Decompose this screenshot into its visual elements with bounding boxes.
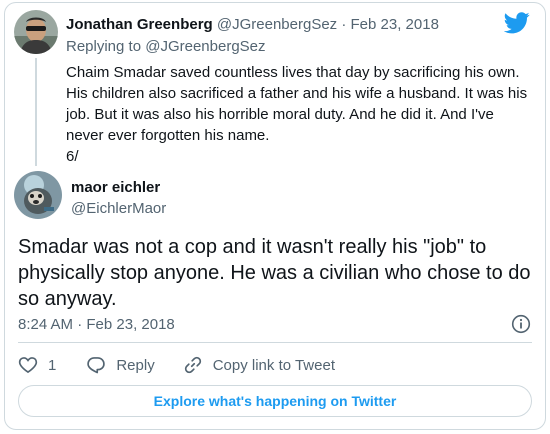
parent-separator: · (341, 16, 347, 33)
reply-button[interactable]: Reply (86, 355, 155, 375)
reply-label: Reply (116, 356, 155, 374)
info-icon[interactable] (511, 314, 531, 334)
thread-line (35, 58, 37, 166)
like-button[interactable]: 1 (18, 355, 56, 375)
replying-prefix: Replying to (66, 38, 142, 55)
twitter-bird-icon[interactable] (504, 12, 530, 34)
avatar-maor-eichler[interactable] (14, 171, 62, 219)
main-tweet-text: Smadar was not a cop and it wasn't reall… (18, 234, 538, 312)
like-count: 1 (48, 356, 57, 374)
link-icon (184, 356, 201, 374)
copy-link-label: Copy link to Tweet (212, 356, 335, 374)
parent-text-line: never ever forgotten his name. (66, 127, 270, 144)
parent-text-line: His children also sacrificed a father an… (66, 85, 528, 102)
tweet-timestamp[interactable]: 8:24 AM · Feb 23, 2018 (18, 316, 175, 333)
parent-text-line: job. But it was also his horrible moral … (66, 106, 494, 123)
parent-text-line: Chaim Smadar saved countless lives that … (66, 64, 520, 81)
heart-icon (18, 357, 38, 374)
explore-twitter-button[interactable]: Explore what's happening on Twitter (18, 385, 532, 417)
divider (18, 342, 532, 343)
main-text-line: so anyway. (18, 288, 117, 310)
avatar-jonathan-greenberg[interactable] (14, 10, 58, 54)
main-handle[interactable]: @EichlerMaor (71, 200, 166, 217)
replying-handle[interactable]: @JGreenbergSez (145, 38, 265, 55)
parent-tweet-header: Jonathan Greenberg @JGreenbergSez · Feb … (66, 16, 439, 33)
main-text-line: physically stop anyone. He was a civilia… (18, 262, 531, 284)
parent-text-line: 6/ (66, 148, 79, 165)
copy-link-button[interactable]: Copy link to Tweet (183, 355, 335, 375)
tweet-actions: 1 Reply Copy link to Tweet (18, 352, 363, 378)
main-text-line: Smadar was not a cop and it wasn't reall… (18, 236, 487, 258)
replying-to: Replying to @JGreenbergSez (66, 38, 266, 55)
parent-handle[interactable]: @JGreenbergSez (217, 16, 337, 33)
main-display-name[interactable]: maor eichler (71, 179, 160, 196)
parent-date[interactable]: Feb 23, 2018 (351, 16, 439, 33)
reply-icon (87, 357, 106, 374)
parent-display-name[interactable]: Jonathan Greenberg (66, 16, 213, 33)
parent-tweet-text: Chaim Smadar saved countless lives that … (66, 62, 536, 167)
